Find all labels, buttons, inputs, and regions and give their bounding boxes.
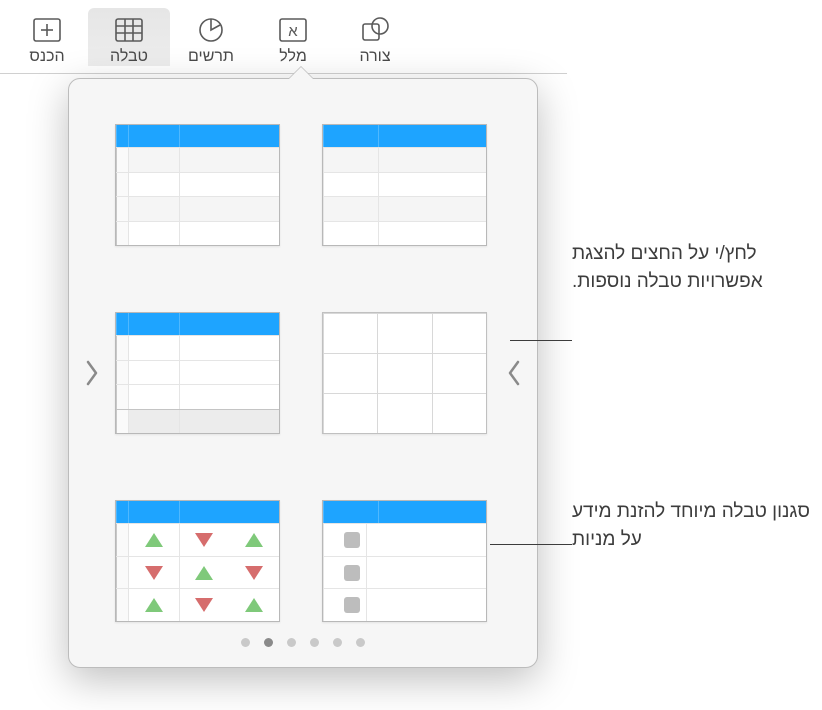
callout-arrows-line [510,340,572,341]
toolbar-shape-label: צורה [359,48,390,66]
shape-icon [358,16,392,44]
page-dot-4[interactable] [287,638,296,647]
page-dot-5[interactable] [264,638,273,647]
callout-arrows-hint: לחץ/י על החצים להצגת אפשרויות טבלה נוספו… [572,240,817,295]
toolbar-charts-label: תרשים [188,48,234,66]
toolbar-text[interactable]: א מלל [252,8,334,66]
insert-icon [30,16,64,44]
chart-icon [194,16,228,44]
toolbar-table[interactable]: טבלה [88,8,170,66]
page-dot-3[interactable] [310,638,319,647]
page-dot-1[interactable] [356,638,365,647]
table-style-minimal-grid[interactable] [322,312,487,434]
toolbar-charts[interactable]: תרשים [170,8,252,66]
page-dots [69,638,537,647]
toolbar: הכנס טבלה תרשים א [0,0,567,74]
toolbar-insert-label: הכנס [29,48,64,66]
page-dot-2[interactable] [333,638,342,647]
nav-prev-arrow[interactable] [499,353,531,393]
callout-stock-line [490,544,572,545]
table-style-blue-footer[interactable] [115,312,280,434]
toolbar-text-label: מלל [279,48,307,66]
callout-stock-hint: סגנון טבלה מיוחד להזנת מידע על מניות [572,498,817,553]
text-icon: א [276,16,310,44]
table-style-basic-blue[interactable] [322,124,487,246]
table-style-stock-arrows[interactable] [115,500,280,622]
toolbar-table-label: טבלה [110,48,148,66]
svg-text:א: א [288,23,298,40]
toolbar-insert[interactable]: הכנס [6,8,88,66]
table-icon [112,16,146,44]
nav-next-arrow[interactable] [75,353,107,393]
table-style-checkbox[interactable] [322,500,487,622]
table-styles-popover [68,78,538,668]
toolbar-shape[interactable]: צורה [334,8,416,66]
page-dot-6[interactable] [241,638,250,647]
table-style-blue-sidecol[interactable] [115,124,280,246]
table-style-grid [119,115,487,631]
